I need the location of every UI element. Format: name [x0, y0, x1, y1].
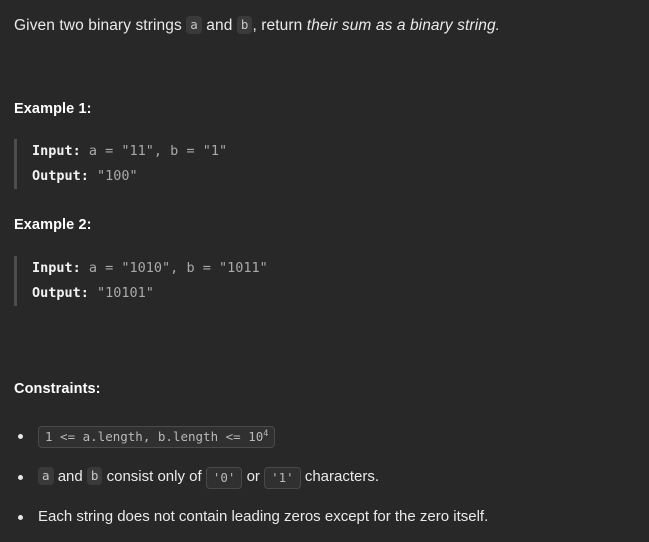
- constraints-heading: Constraints:: [14, 381, 101, 397]
- statement-between: and: [201, 17, 237, 34]
- bullet-icon: [18, 434, 23, 439]
- length-range-text: 1 <= a.length, b.length <= 10: [45, 429, 264, 444]
- statement-prefix: Given two binary strings: [14, 17, 187, 34]
- constraint-text-consist: consist only of: [102, 468, 206, 485]
- example-1-output-value: "100": [88, 168, 138, 184]
- example-2-heading: Example 2:: [14, 217, 92, 233]
- example-1-heading: Example 1:: [14, 101, 92, 117]
- inline-code-length-range: 1 <= a.length, b.length <= 104: [38, 426, 276, 448]
- example-2-output-label: Output:: [32, 285, 89, 301]
- example-2-output-value: "10101": [88, 285, 154, 301]
- constraint-text-leading-zeros: Each string does not contain leading zer…: [38, 508, 489, 525]
- example-2-input-label: Input:: [32, 260, 81, 276]
- inline-code-zero: '0': [205, 467, 243, 489]
- inline-code-b: b: [236, 16, 253, 34]
- inline-code-a: a: [186, 16, 202, 34]
- example-2-input-value: a = "1010", b = "1011": [80, 260, 268, 276]
- constraint-item-characters: a and b consist only of '0' or '1' chara…: [14, 466, 635, 489]
- problem-statement: Given two binary strings a and b, return…: [14, 15, 635, 37]
- example-2-code: Input: a = "1010", b = "1011" Output: "1…: [32, 256, 268, 306]
- statement-middle: , return: [252, 17, 307, 34]
- example-1-code: Input: a = "11", b = "1" Output: "100": [32, 139, 227, 189]
- constraint-text-and: and: [53, 468, 87, 485]
- length-range-exponent: 4: [263, 428, 269, 439]
- constraint-text-characters: characters.: [300, 468, 380, 485]
- example-1-output-label: Output:: [32, 168, 89, 184]
- constraint-item-leading-zeros: Each string does not contain leading zer…: [14, 506, 635, 528]
- constraint-text-or: or: [242, 468, 265, 485]
- constraints-list: 1 <= a.length, b.length <= 104 a and b c…: [14, 425, 635, 528]
- inline-code-a: a: [38, 467, 54, 485]
- constraint-item-length: 1 <= a.length, b.length <= 104: [14, 425, 635, 448]
- bullet-icon: [18, 475, 23, 480]
- problem-description-panel: Given two binary strings a and b, return…: [0, 0, 649, 542]
- example-2-code-block: Input: a = "1010", b = "1011" Output: "1…: [14, 256, 268, 306]
- bullet-icon: [18, 515, 23, 520]
- example-1-input-label: Input:: [32, 143, 81, 159]
- inline-code-one: '1': [264, 467, 301, 489]
- example-1-input-value: a = "11", b = "1": [80, 143, 228, 159]
- example-1-code-block: Input: a = "11", b = "1" Output: "100": [14, 139, 227, 189]
- statement-emphasis: their sum as a binary string.: [306, 17, 501, 34]
- inline-code-b: b: [86, 467, 103, 485]
